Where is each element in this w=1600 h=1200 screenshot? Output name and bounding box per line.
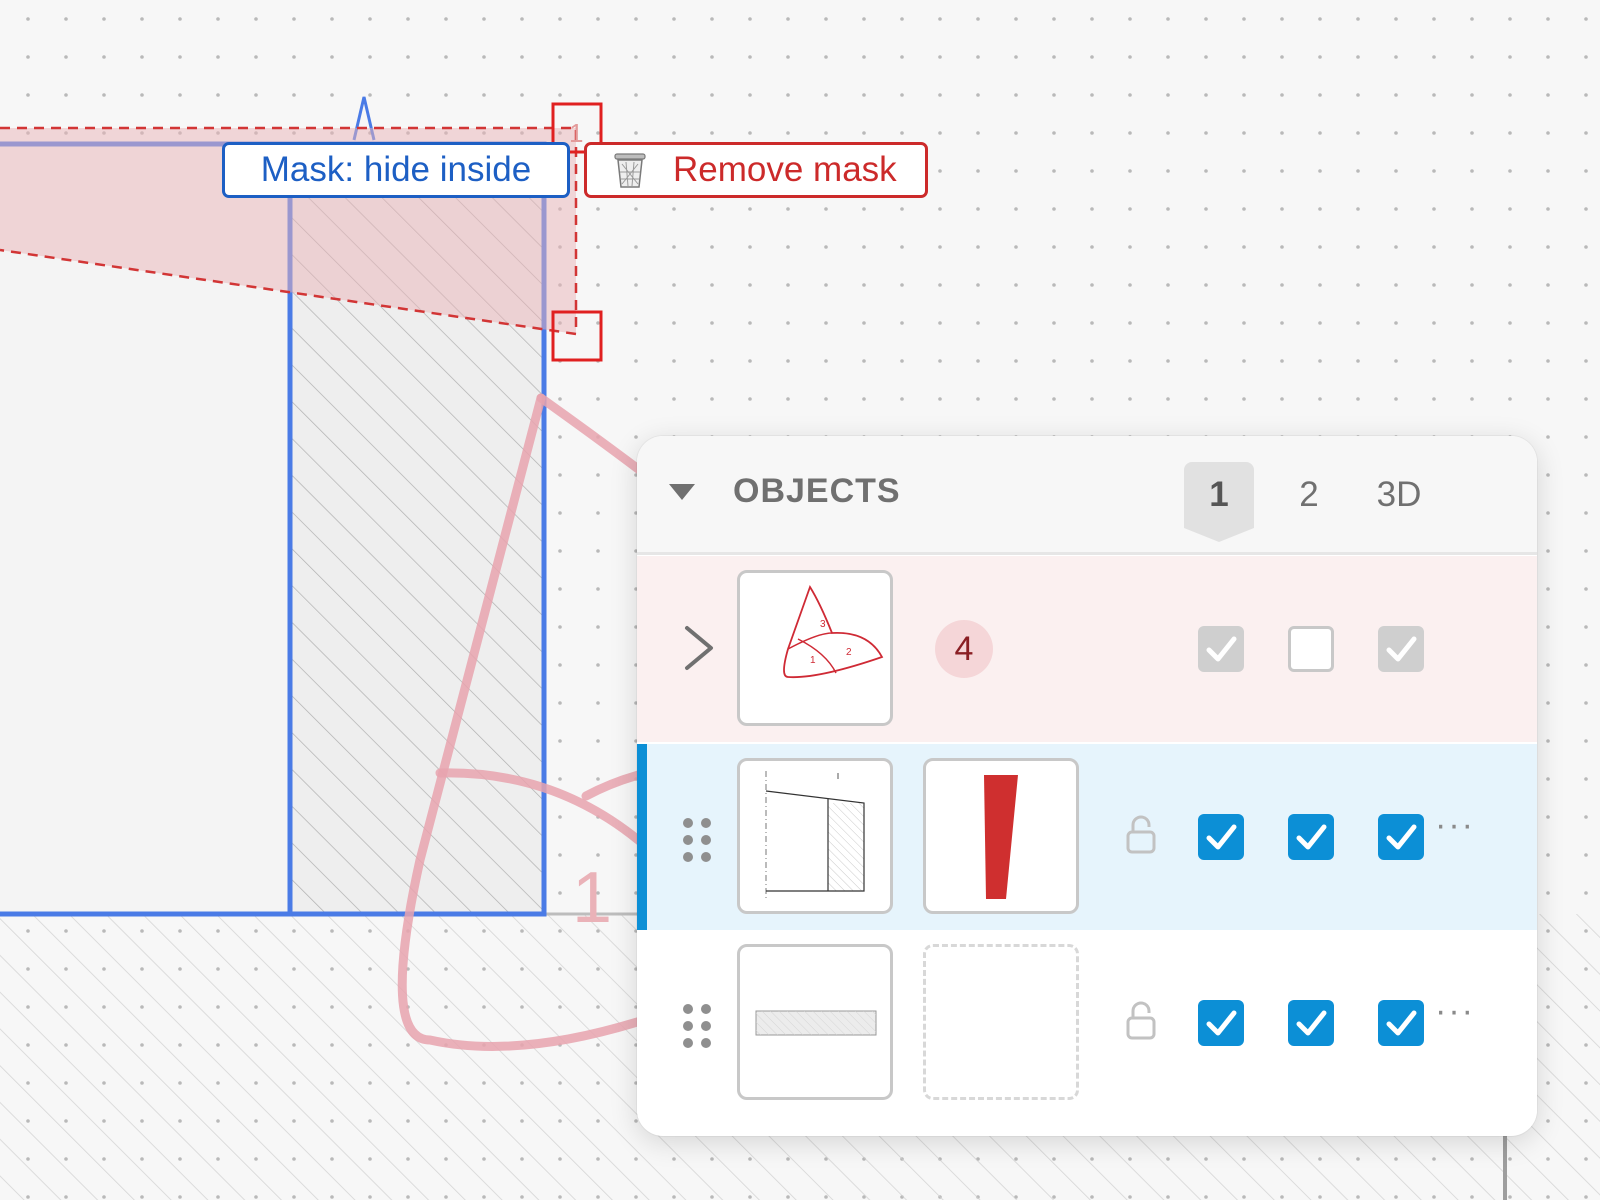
object-row-selected[interactable]: ··· xyxy=(637,744,1537,930)
svg-text:2: 2 xyxy=(846,647,852,658)
checkmark-icon xyxy=(1296,1010,1327,1036)
chevron-right-icon[interactable] xyxy=(681,622,717,674)
mask-thumbnail[interactable] xyxy=(923,758,1079,914)
panel-title: OBJECTS xyxy=(733,472,901,510)
more-options-button[interactable]: ··· xyxy=(1435,806,1475,845)
collapse-triangle-icon[interactable] xyxy=(669,484,695,500)
svg-text:3: 3 xyxy=(820,619,826,630)
group-shape-preview: 3 1 2 xyxy=(783,584,884,679)
object1-view3d-checkbox[interactable] xyxy=(1378,814,1424,860)
group-view3d-checkbox[interactable] xyxy=(1378,626,1424,672)
view-tab-3d[interactable]: 3D xyxy=(1364,462,1434,528)
objects-panel-header: OBJECTS 1 2 3D xyxy=(637,436,1537,555)
object2-view3d-checkbox[interactable] xyxy=(1378,1000,1424,1046)
checkmark-icon xyxy=(1296,824,1327,850)
group-count-badge: 4 xyxy=(935,620,993,678)
slab-preview xyxy=(755,1010,877,1036)
mask-mode-button[interactable]: Mask: hide inside xyxy=(222,142,570,198)
checkmark-icon xyxy=(1386,1010,1417,1036)
remove-mask-button[interactable]: Remove mask xyxy=(584,142,928,198)
object2-view1-checkbox[interactable] xyxy=(1198,1000,1244,1046)
object1-view2-checkbox[interactable] xyxy=(1288,814,1334,860)
mask-handle-label: 1 xyxy=(569,118,583,148)
object-group-row[interactable]: 3 1 2 4 xyxy=(637,556,1537,742)
object-row[interactable]: ··· xyxy=(637,930,1537,1122)
checkmark-icon xyxy=(1206,1010,1237,1036)
objects-panel: OBJECTS 1 2 3D 3 1 2 4 ··· ··· xyxy=(637,436,1537,1136)
view-tab-2[interactable]: 2 xyxy=(1274,462,1344,528)
view-tab-1[interactable]: 1 xyxy=(1184,462,1254,542)
group-view2-checkbox[interactable] xyxy=(1288,626,1334,672)
svg-text:1: 1 xyxy=(810,655,816,666)
wall-section-preview xyxy=(765,771,865,901)
object2-view2-checkbox[interactable] xyxy=(1288,1000,1334,1046)
slab-thumbnail[interactable] xyxy=(737,944,893,1100)
remove-mask-label: Remove mask xyxy=(673,150,897,189)
wall-thumbnail[interactable] xyxy=(737,758,893,914)
unlock-icon[interactable] xyxy=(1125,1000,1157,1042)
checkmark-icon xyxy=(1206,824,1237,850)
object1-view1-checkbox[interactable] xyxy=(1198,814,1244,860)
more-options-button[interactable]: ··· xyxy=(1435,992,1475,1031)
checkmark-icon xyxy=(1386,636,1417,662)
mask-shape-preview xyxy=(984,775,1018,899)
drag-handle-icon[interactable] xyxy=(681,1002,713,1050)
empty-mask-slot[interactable] xyxy=(923,944,1079,1100)
group-thumbnail[interactable]: 3 1 2 xyxy=(737,570,893,726)
drag-handle-icon[interactable] xyxy=(681,816,713,864)
mask-mode-label: Mask: hide inside xyxy=(260,150,532,189)
checkmark-icon xyxy=(1206,636,1237,662)
dimension-label: 1 xyxy=(572,858,612,938)
checkmark-icon xyxy=(1386,824,1417,850)
group-view1-checkbox[interactable] xyxy=(1198,626,1244,672)
trash-icon xyxy=(614,153,646,188)
unlock-icon[interactable] xyxy=(1125,814,1157,856)
